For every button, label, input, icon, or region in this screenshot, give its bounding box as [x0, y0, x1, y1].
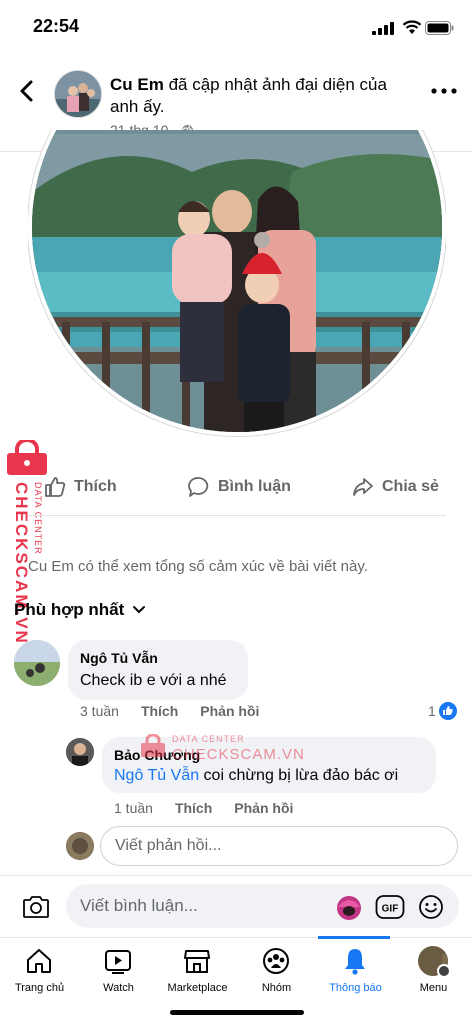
gif-icon[interactable]: GIF — [375, 894, 405, 920]
reply-time: 1 tuần — [114, 800, 153, 816]
wifi-icon — [402, 20, 422, 34]
tab-notifications[interactable]: Thông báo — [316, 938, 395, 998]
home-indicator — [170, 1010, 304, 1015]
watch-icon — [105, 950, 131, 974]
comment-like-button[interactable]: Thích — [141, 703, 178, 719]
reply-reply-button[interactable]: Phản hồi — [234, 800, 293, 816]
tab-marketplace-label: Marketplace — [167, 982, 228, 994]
battery-icon — [425, 21, 454, 35]
tab-menu-label: Menu — [419, 982, 448, 994]
share-arrow-icon — [353, 478, 373, 496]
share-label: Chia sẻ — [382, 478, 439, 495]
comment-meta: 3 tuần Thích Phản hồi — [80, 703, 259, 719]
tab-watch-label: Watch — [103, 982, 134, 994]
watermark-center-sub: DATA CENTER — [172, 734, 245, 744]
commenter-avatar[interactable] — [14, 640, 60, 686]
like-badge-icon — [438, 702, 457, 720]
chevron-down-icon — [133, 606, 146, 614]
comment-reply-button[interactable]: Phản hồi — [200, 703, 259, 719]
groups-icon — [263, 948, 289, 974]
comment-composer: Viết bình luận... GIF — [0, 875, 473, 937]
current-user-avatar-image — [66, 832, 94, 860]
back-arrow-icon[interactable] — [14, 78, 40, 104]
emoji-icon[interactable] — [418, 894, 444, 920]
status-time: 22:54 — [33, 16, 80, 36]
menu-badge-icon — [437, 964, 451, 978]
tab-menu[interactable]: Menu — [394, 938, 473, 998]
comment-bubble-icon — [188, 477, 209, 497]
cellular-signal-icon — [372, 22, 394, 35]
comment-button[interactable]: Bình luận — [188, 476, 291, 498]
watermark-center: DATA CENTER CHECKSCAM.VN — [140, 730, 340, 770]
comment-bubble[interactable]: Ngô Tủ Vẫn Check ib e với a nhé — [68, 640, 248, 700]
family-photo-image — [32, 130, 442, 432]
sort-label: Phù hợp nhất — [14, 600, 125, 619]
marketplace-icon — [184, 950, 210, 973]
watermark-lock-icon — [141, 734, 165, 757]
comment-time: 3 tuần — [80, 703, 119, 719]
camera-icon[interactable] — [22, 893, 50, 919]
more-options-icon[interactable] — [430, 86, 458, 96]
tab-notifications-label: Thông báo — [329, 982, 382, 994]
avatar-sticker-icon[interactable] — [336, 895, 362, 921]
share-button[interactable]: Chia sẻ — [352, 476, 439, 498]
reply-like-button[interactable]: Thích — [175, 800, 212, 816]
tab-groups[interactable]: Nhóm — [237, 938, 316, 998]
comment-text: Check ib e với a nhé — [80, 672, 227, 689]
like-label: Thích — [74, 478, 117, 495]
profile-photo[interactable] — [28, 130, 446, 442]
reply-author-avatar[interactable] — [66, 738, 94, 766]
like-button[interactable]: Thích — [44, 476, 117, 498]
status-bar: 22:54 — [0, 0, 473, 52]
profile-photo-circle — [28, 130, 446, 436]
author-avatar[interactable] — [54, 70, 102, 118]
thumbs-up-icon — [45, 477, 66, 497]
comment-sort-dropdown[interactable]: Phù hợp nhất — [14, 600, 146, 620]
tab-groups-label: Nhóm — [261, 982, 292, 994]
watermark-center-brand: CHECKSCAM.VN — [172, 746, 305, 763]
post-title: Cu Em đã cập nhật ảnh đại diện của anh ấ… — [110, 74, 410, 118]
comment-reaction-count[interactable]: 1 — [428, 702, 457, 720]
commenter-avatar-image — [14, 640, 60, 686]
svg-text:GIF: GIF — [382, 904, 399, 915]
reaction-note: Cu Em có thể xem tổng số cảm xúc về bài … — [28, 558, 368, 575]
home-icon — [27, 949, 51, 973]
tab-home[interactable]: Trang chủ — [0, 938, 79, 998]
comment-label: Bình luận — [218, 478, 291, 495]
reply-meta: 1 tuần Thích Phản hồi — [114, 800, 293, 816]
author-avatar-image — [55, 71, 101, 117]
bell-icon — [345, 949, 365, 975]
reaction-count-value: 1 — [428, 703, 436, 719]
reply-author-avatar-image — [66, 738, 94, 766]
current-user-avatar — [66, 832, 94, 860]
author-name[interactable]: Cu Em — [110, 75, 164, 94]
tab-marketplace[interactable]: Marketplace — [158, 938, 237, 998]
tab-watch[interactable]: Watch — [79, 938, 158, 998]
post-actions: Thích Bình luận Chia sẻ — [28, 462, 446, 516]
comment-author[interactable]: Ngô Tủ Vẫn — [80, 650, 158, 666]
reply-input[interactable]: Viết phản hồi... — [100, 826, 458, 866]
tab-home-label: Trang chủ — [14, 982, 65, 994]
